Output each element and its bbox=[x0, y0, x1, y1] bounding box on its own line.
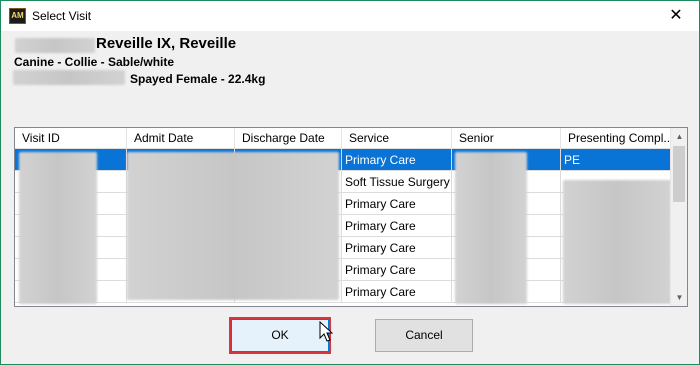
redacted-senior bbox=[455, 152, 527, 304]
redacted-dates bbox=[127, 152, 339, 300]
patient-breed: Canine - Collie - Sable/white bbox=[14, 55, 175, 69]
title-bar: AM Select Visit ✕ bbox=[1, 1, 699, 31]
cell-service: Primary Care bbox=[342, 237, 452, 259]
app-logo-icon: AM bbox=[9, 8, 26, 24]
cell-presenting-complaint: PE bbox=[561, 149, 671, 171]
redacted-complaints bbox=[563, 180, 671, 304]
column-header-admit-date[interactable]: Admit Date bbox=[127, 128, 235, 149]
scroll-up-icon[interactable]: ▲ bbox=[671, 128, 687, 145]
cell-service: Primary Care bbox=[342, 281, 452, 303]
mouse-pointer-icon bbox=[319, 321, 333, 342]
cancel-button[interactable]: Cancel bbox=[375, 319, 473, 352]
column-header-service[interactable]: Service bbox=[342, 128, 452, 149]
scroll-down-icon[interactable]: ▼ bbox=[671, 289, 687, 306]
close-button[interactable]: ✕ bbox=[653, 1, 699, 31]
column-header-presenting-complaint[interactable]: Presenting Compl... bbox=[561, 128, 671, 149]
redacted-visit-ids bbox=[19, 152, 97, 304]
cell-service: Soft Tissue Surgery bbox=[342, 171, 452, 193]
cell-service: Primary Care bbox=[342, 193, 452, 215]
scrollbar-thumb[interactable] bbox=[673, 146, 685, 202]
redacted-patient-age bbox=[13, 70, 125, 85]
patient-name: Reveille IX, Reveille bbox=[96, 35, 237, 52]
cell-service: Primary Care bbox=[342, 259, 452, 281]
grid-header: Visit ID Admit Date Discharge Date Servi… bbox=[15, 128, 671, 149]
vertical-scrollbar[interactable]: ▲ ▼ bbox=[670, 128, 687, 306]
cell-service: Primary Care bbox=[342, 149, 452, 171]
ok-button[interactable]: OK bbox=[231, 319, 329, 352]
visit-grid[interactable]: Visit ID Admit Date Discharge Date Servi… bbox=[14, 127, 688, 307]
cell-service: Primary Care bbox=[342, 215, 452, 237]
window-title: Select Visit bbox=[32, 9, 92, 23]
column-header-visit-id[interactable]: Visit ID bbox=[15, 128, 127, 149]
column-header-discharge-date[interactable]: Discharge Date bbox=[235, 128, 342, 149]
redacted-patient-id bbox=[15, 38, 95, 53]
column-header-senior[interactable]: Senior bbox=[452, 128, 561, 149]
patient-sex-weight: Spayed Female - 22.4kg bbox=[130, 72, 266, 86]
select-visit-dialog: AM Select Visit ✕ Reveille IX, Reveille … bbox=[0, 0, 700, 365]
table-row[interactable]: Primary Care PE bbox=[15, 149, 671, 171]
